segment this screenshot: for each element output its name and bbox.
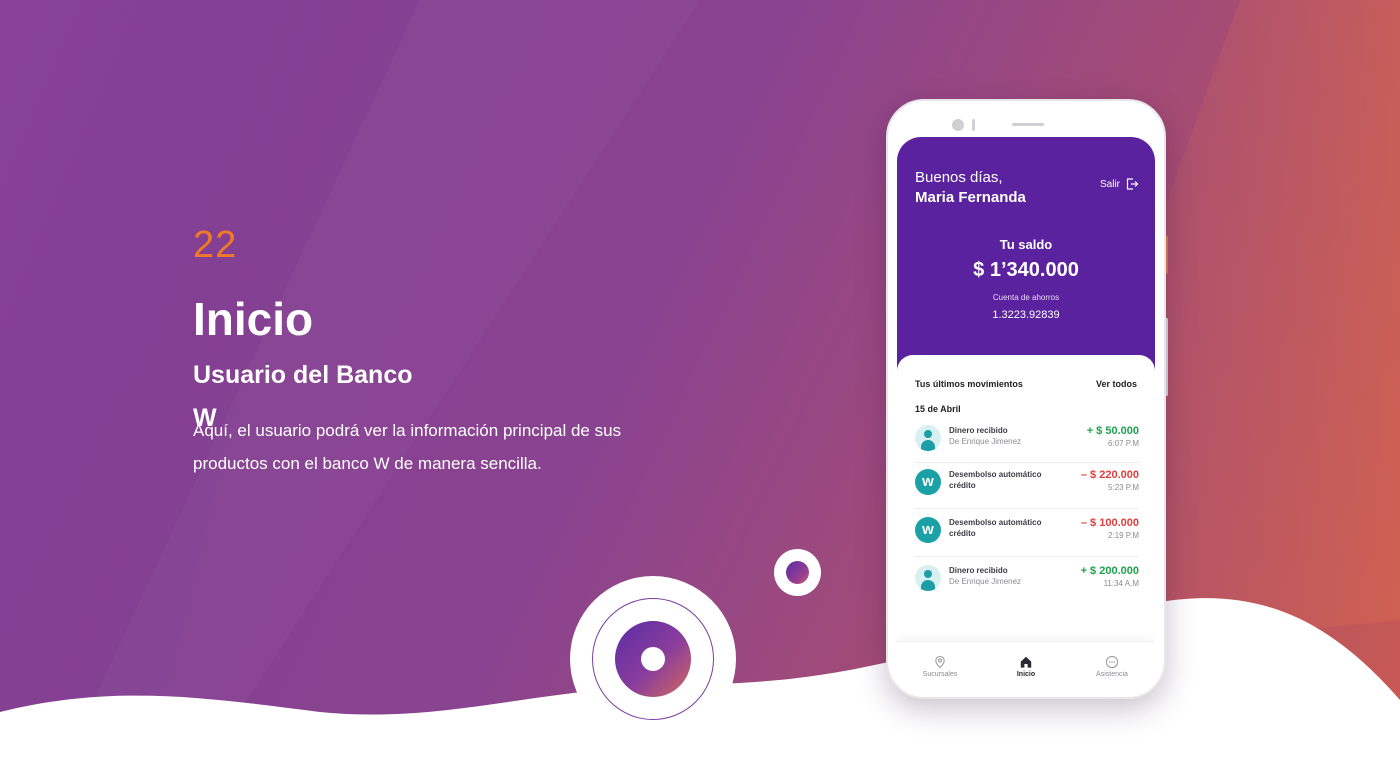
balance-label: Tu saldo (999, 237, 1053, 252)
phone-mockup: Buenos días, Maria Fernanda Salir Tu sal… (886, 99, 1166, 699)
transaction-row[interactable]: w Desembolso automático crédito – $ 220.… (915, 463, 1139, 509)
bottom-navigation: Sucursales Inicio Asistencia (897, 641, 1155, 691)
page-description: Aquí, el usuario podrá ver la informació… (193, 421, 622, 473)
transaction-row[interactable]: w Desembolso automático crédito – $ 100.… (915, 509, 1139, 557)
transaction-title: Desembolso automático crédito (949, 518, 1042, 538)
account-number: 1.3223.92839 (992, 309, 1060, 321)
phone-speaker (1012, 123, 1044, 126)
transaction-subtitle: De Enrique Jimenez (949, 577, 1022, 586)
slide-number: 22 (193, 224, 238, 266)
movements-title: Tus últimos movimientos (915, 379, 1023, 389)
nav-item-asistencia[interactable]: Asistencia (1077, 655, 1147, 678)
nav-label: Inicio (1016, 671, 1036, 678)
bank-w-letter: w (922, 473, 934, 490)
transaction-amount: + $ 50.000 (1086, 425, 1139, 437)
app-screen: Buenos días, Maria Fernanda Salir Tu sal… (897, 137, 1155, 691)
phone-sensor (972, 119, 975, 131)
transaction-amount: – $ 100.000 (1080, 517, 1139, 529)
transaction-title: Dinero recibido (949, 566, 1008, 575)
ring-center-dot (641, 647, 665, 671)
view-all-link[interactable]: Ver todos (1096, 379, 1137, 389)
transaction-time: 5:23 P.M (1108, 483, 1139, 492)
bank-w-logo-icon: w (915, 469, 941, 495)
transaction-amount: + $ 200.000 (1080, 565, 1139, 577)
page-title: Inicio (193, 293, 314, 345)
nav-label: Asistencia (1096, 671, 1128, 678)
chat-icon (1105, 655, 1119, 669)
logout-button[interactable]: Salir (1100, 177, 1139, 191)
logout-label: Salir (1099, 178, 1120, 190)
movements-panel: Tus últimos movimientos Ver todos 15 de … (897, 355, 1155, 655)
transaction-row[interactable]: Dinero recibido De Enrique Jimenez + $ 2… (915, 559, 1139, 603)
bank-w-logo-icon: w (915, 517, 941, 543)
decorative-ring-large (570, 576, 736, 742)
transaction-subtitle: De Enrique Jimenez (949, 437, 1022, 446)
balance-amount: $ 1’340.000 (973, 259, 1079, 281)
transaction-time: 2:19 P.M (1108, 531, 1139, 540)
movements-date: 15 de Abril (915, 404, 961, 414)
logout-icon (1125, 177, 1139, 191)
transaction-time: 6:07 P.M (1108, 439, 1139, 448)
nav-item-sucursales[interactable]: Sucursales (905, 655, 975, 678)
nav-item-inicio[interactable]: Inicio (991, 655, 1061, 678)
movements-header: Tus últimos movimientos Ver todos (915, 379, 1137, 389)
location-pin-icon (933, 655, 947, 669)
account-type: Cuenta de ahorros (992, 293, 1060, 302)
phone-camera-icon (952, 119, 964, 131)
ring-small-dot (786, 561, 809, 584)
transaction-amount: – $ 220.000 (1080, 469, 1139, 481)
person-icon (915, 565, 941, 591)
bank-w-letter: w (922, 521, 934, 538)
person-icon (915, 425, 941, 451)
user-name: Maria Fernanda (915, 189, 1026, 206)
nav-label: Sucursales (922, 671, 958, 678)
transaction-title: Desembolso automático crédito (949, 470, 1042, 490)
transaction-row[interactable]: Dinero recibido De Enrique Jimenez + $ 5… (915, 419, 1139, 463)
home-icon (1019, 655, 1033, 669)
transaction-title: Dinero recibido (949, 426, 1008, 435)
balance-header: Buenos días, Maria Fernanda Salir Tu sal… (897, 137, 1155, 377)
decorative-ring-small (774, 549, 821, 596)
transaction-time: 11:34 A.M (1103, 579, 1139, 588)
greeting-text: Buenos días, (915, 169, 1003, 186)
